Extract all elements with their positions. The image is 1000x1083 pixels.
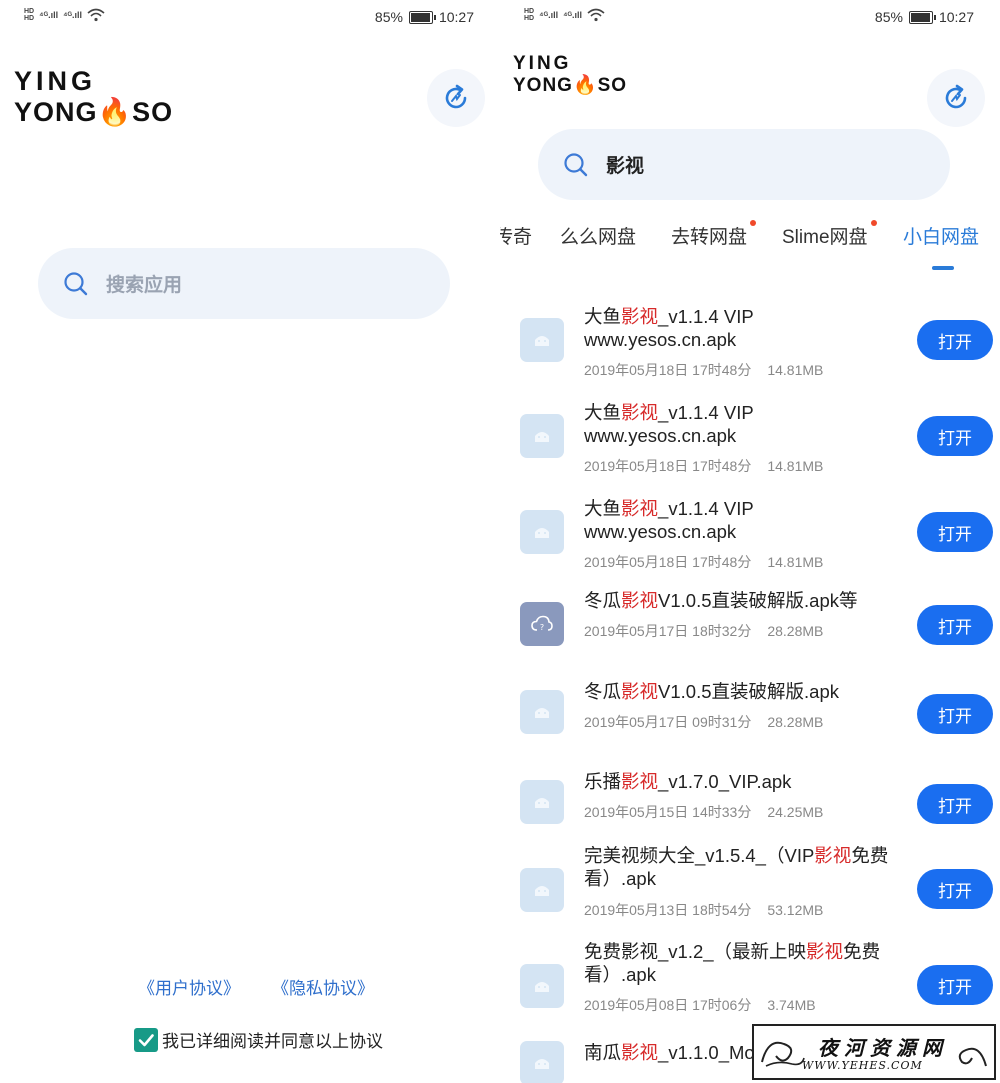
result-list: 大鱼影视_v1.1.4 VIP www.yesos.cn.apk 2019年05… <box>500 290 1000 1083</box>
search-placeholder: 搜索应用 <box>106 275 183 296</box>
search-query: 影视 <box>606 156 645 177</box>
file-meta: 2019年05月18日 17时48分 14.81MB <box>584 458 824 474</box>
agree-checkbox-row[interactable]: 我已详细阅读并同意以上协议 <box>134 1027 383 1052</box>
file-name: 完美视频大全_v1.5.4_（VIP影视免费看）.apk <box>584 845 889 889</box>
android-icon <box>520 780 564 824</box>
android-icon <box>520 414 564 458</box>
open-button[interactable]: 打开 <box>917 416 993 456</box>
signal-icon: ⁴ᴳ.ıll <box>539 10 559 20</box>
open-button[interactable]: 打开 <box>917 694 993 734</box>
privacy-agreement-link[interactable]: 《隐私协议》 <box>272 974 374 999</box>
signal-icon: ⁴ᴳ.ıll <box>63 10 83 20</box>
open-button[interactable]: 打开 <box>917 512 993 552</box>
user-agreement-link[interactable]: 《用户协议》 <box>138 974 240 999</box>
clock: 10:27 <box>938 9 974 25</box>
android-icon <box>520 964 564 1008</box>
list-item[interactable]: 大鱼影视_v1.1.4 VIP www.yesos.cn.apk 2019年05… <box>500 386 1000 482</box>
android-icon <box>520 510 564 554</box>
file-meta: 2019年05月15日 14时33分 24.25MB <box>584 804 824 820</box>
hd-icon: HD HD <box>524 8 535 22</box>
signal-icon: ⁴ᴳ.ıll <box>39 10 59 20</box>
file-meta: 2019年05月13日 18时54分 53.12MB <box>584 902 824 918</box>
search-input[interactable]: 影视 <box>538 129 950 200</box>
list-item[interactable]: 免费影视_v1.2_（最新上映影视免费看）.apk 2019年05月08日 17… <box>500 934 1000 1032</box>
file-name: 大鱼影视_v1.1.4 VIP www.yesos.cn.apk <box>584 306 754 350</box>
search-input[interactable]: 搜索应用 <box>38 248 450 319</box>
active-tab-indicator <box>932 266 954 270</box>
file-name: 乐播影视_v1.7.0_VIP.apk <box>584 771 792 792</box>
list-item[interactable]: ? 冬瓜影视V1.0.5直装破解版.apk等 2019年05月17日 18时32… <box>500 578 1000 668</box>
left-screen: HD HD ⁴ᴳ.ıll ⁴ᴳ.ıll 85% 10:27 YING YONG🔥S… <box>0 0 500 1083</box>
ornament-icon <box>958 1047 987 1067</box>
tab-slime-pan[interactable]: Slime网盘 <box>782 220 877 249</box>
watermark-title: 夜河资源网 <box>818 1036 948 1060</box>
refresh-icon <box>945 84 967 109</box>
new-badge-dot <box>750 220 757 226</box>
right-screen: HD HD ⁴ᴳ.ıll ⁴ᴳ.ıll 85% 10:27 YING YONG🔥S… <box>500 0 1000 1083</box>
file-meta: 2019年05月18日 17时48分 14.81MB <box>584 362 824 378</box>
tab-quzhuan-pan[interactable]: 去转网盘 <box>671 220 757 249</box>
file-name: 免费影视_v1.2_（最新上映影视免费看）.apk <box>584 941 881 985</box>
watermark-stamp: 夜河资源网 WWW.YEHES.COM <box>752 1024 996 1080</box>
refresh-button[interactable] <box>927 69 985 127</box>
tab-memeda-pan[interactable]: 么么网盘 <box>560 222 636 249</box>
open-button[interactable]: 打开 <box>917 869 993 909</box>
open-button[interactable]: 打开 <box>917 965 993 1005</box>
ornament-icon <box>761 1041 805 1067</box>
app-logo: YING YONG🔥SO <box>14 66 174 128</box>
list-item[interactable]: 完美视频大全_v1.5.4_（VIP影视免费看）.apk 2019年05月13日… <box>500 831 1000 934</box>
status-bar: HD HD ⁴ᴳ.ıll ⁴ᴳ.ıll 85% 10:27 <box>500 0 1000 34</box>
file-name: 冬瓜影视V1.0.5直装破解版.apk <box>584 681 839 702</box>
file-meta: 2019年05月08日 17时06分 3.74MB <box>584 997 816 1013</box>
android-icon <box>520 1041 564 1083</box>
signal-icon: ⁴ᴳ.ıll <box>563 10 583 20</box>
file-meta: 2019年05月17日 09时31分 28.28MB <box>584 714 824 730</box>
app-logo: YING YONG🔥SO <box>513 53 628 96</box>
file-name: 大鱼影视_v1.1.4 VIP www.yesos.cn.apk <box>584 498 754 542</box>
agree-checkbox[interactable] <box>134 1027 158 1052</box>
wifi-icon <box>87 8 105 22</box>
android-icon <box>520 318 564 362</box>
search-icon <box>64 271 88 295</box>
battery-icon <box>908 10 936 24</box>
refresh-button[interactable] <box>427 69 485 127</box>
open-button[interactable]: 打开 <box>917 320 993 360</box>
battery-percent: 85% <box>874 9 903 25</box>
flame-icon: 🔥 <box>572 74 598 96</box>
android-icon <box>520 868 564 912</box>
list-item[interactable]: 大鱼影视_v1.1.4 VIP www.yesos.cn.apk 2019年05… <box>500 290 1000 386</box>
open-button[interactable]: 打开 <box>917 784 993 824</box>
list-item[interactable]: 冬瓜影视V1.0.5直装破解版.apk 2019年05月17日 09时31分 28… <box>500 668 1000 758</box>
new-badge-dot <box>870 220 877 226</box>
cloud-icon: ? <box>520 602 564 646</box>
battery-percent: 85% <box>374 9 403 25</box>
refresh-icon <box>445 84 467 109</box>
file-meta: 2019年05月17日 18时32分 28.28MB <box>584 623 824 639</box>
watermark-url: WWW.YEHES.COM <box>802 1059 923 1072</box>
agree-text: 我已详细阅读并同意以上协议 <box>162 1032 383 1051</box>
source-tabs: 传奇 么么网盘 去转网盘 Slime网盘 小白网盘 <box>500 220 1000 272</box>
file-name: 大鱼影视_v1.1.4 VIP www.yesos.cn.apk <box>584 402 754 446</box>
status-bar: HD HD ⁴ᴳ.ıll ⁴ᴳ.ıll 85% 10:27 <box>0 0 500 34</box>
tab-xiaobai-pan[interactable]: 小白网盘 <box>903 222 979 249</box>
wifi-icon <box>587 8 605 22</box>
svg-text:?: ? <box>540 623 544 632</box>
open-button[interactable]: 打开 <box>917 605 993 645</box>
file-name: 冬瓜影视V1.0.5直装破解版.apk等 <box>584 590 858 611</box>
flame-icon: 🔥 <box>97 97 133 128</box>
file-meta: 2019年05月18日 17时48分 14.81MB <box>584 554 824 570</box>
search-icon <box>564 152 588 176</box>
battery-icon <box>408 10 436 24</box>
list-item[interactable]: 大鱼影视_v1.1.4 VIP www.yesos.cn.apk 2019年05… <box>500 482 1000 578</box>
clock: 10:27 <box>438 9 474 25</box>
hd-icon: HD HD <box>24 8 35 22</box>
list-item[interactable]: 乐播影视_v1.7.0_VIP.apk 2019年05月15日 14时33分 24… <box>500 758 1000 831</box>
tab-chuanqi[interactable]: 传奇 <box>500 222 532 249</box>
check-icon <box>138 1033 154 1046</box>
android-icon <box>520 690 564 734</box>
